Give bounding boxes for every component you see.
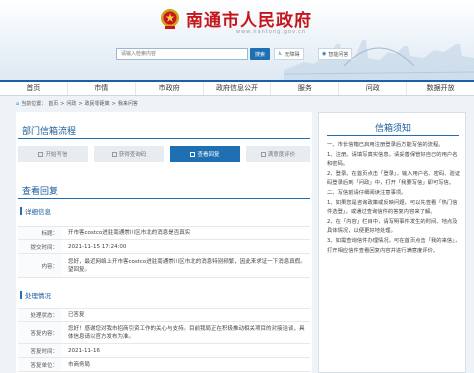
skyline-illustration xyxy=(284,40,474,80)
row-value: 开市客costco进驻南通崇川区市北的消息是否真实 xyxy=(68,230,191,236)
tag-bar xyxy=(20,291,22,299)
search-input[interactable] xyxy=(117,49,247,59)
row-value: 已答复 xyxy=(68,312,85,318)
nav-city-info[interactable]: 市情 xyxy=(68,82,136,95)
smart-qa-button[interactable]: ◉ 智能问答 xyxy=(318,48,353,60)
row-key: 提交时间： xyxy=(18,240,62,253)
breadcrumb-sep: > xyxy=(78,100,83,107)
step-write-letter[interactable]: 开始写信 xyxy=(18,146,88,162)
section-divider xyxy=(18,198,310,199)
code-icon xyxy=(111,151,117,157)
process-row-unit: 答复单位： 市商务局 xyxy=(18,358,310,372)
main-nav: 首页 市情 市政府 政府信息公开 服务 问政 数据开放 xyxy=(0,80,474,96)
accessibility-icon: ♿ xyxy=(278,51,283,57)
detail-row-time: 提交时间： 2021-11-15 17:24:00 xyxy=(18,240,310,254)
row-value: 您好，最近网络上开市客costco进驻南通崇川区市北的消息特别频繁，因此来求证一… xyxy=(68,258,306,273)
notice-text: 一、市长信箱已启用注册登录后方能写信的流程。 1、注册。请填写真实信息，请妥善保… xyxy=(327,141,461,256)
accessibility-label: 无障碍 xyxy=(284,51,300,58)
reply-section-title: 查看回复 xyxy=(22,187,59,197)
step-label: 开始写信 xyxy=(45,152,68,158)
notice-paragraph: 1、注册。请填写真实信息，请妥善保管好自己的用户名和密码。 xyxy=(327,151,458,168)
breadcrumb: ⌂ 当前位置： 首页 > 问政 > 政民零距离 > 我来问答 xyxy=(16,100,138,108)
nav-government[interactable]: 市政府 xyxy=(136,82,204,95)
breadcrumb-home[interactable]: 首页 xyxy=(48,100,58,107)
row-value: 市商务局 xyxy=(68,361,91,368)
chat-icon: ◉ xyxy=(322,51,327,57)
accessibility-button[interactable]: ♿ 无障碍 xyxy=(274,48,304,60)
row-value: 2021-11-16 xyxy=(68,347,100,354)
search-button-label: 搜索 xyxy=(254,51,265,58)
detail-tag-label: 详细信息 xyxy=(25,208,51,216)
row-key: 答复时间： xyxy=(18,344,62,357)
notice-title-label: 信箱须知 xyxy=(374,124,411,134)
step-get-code[interactable]: 获得查询码 xyxy=(94,146,164,162)
notice-paragraph: 二、写信前请仔细阅读注意事项。 xyxy=(327,189,407,196)
detail-row-content: 内容： 您好，最近网络上开市客costco进驻南通崇川区市北的消息特别频繁，因此… xyxy=(18,254,310,278)
row-key: 内容： xyxy=(18,254,62,277)
detail-row-title: 标题： 开市客costco进驻南通崇川区市北的消息是否真实 xyxy=(18,226,310,240)
step-label: 查看回复 xyxy=(197,152,220,158)
rating-icon xyxy=(260,151,266,157)
notice-paragraph: 2、在「内容」栏目中，请写明事件发生的时间、地点及具体情况，以便更好地处理。 xyxy=(327,218,458,235)
nav-services[interactable]: 服务 xyxy=(271,82,340,95)
search-box xyxy=(116,48,248,60)
process-steps: 开始写信 获得查询码 查看回复 满意度评价 xyxy=(18,146,310,162)
step-label: 获得查询码 xyxy=(118,152,147,158)
process-tag-label: 处理情况 xyxy=(25,292,51,300)
row-value: 您好！感谢您对我市招商引资工作的关心与支持。目前我局正在积极推动相关项目的对接洽… xyxy=(68,325,305,340)
breadcrumb-zero-distance[interactable]: 政民零距离 xyxy=(85,100,110,107)
breadcrumb-sep: > xyxy=(60,100,65,107)
notice-panel: 信箱须知 一、市长信箱已启用注册登录后方能写信的流程。 1、注册。请填写真实信息… xyxy=(318,112,466,373)
reply-icon xyxy=(190,151,196,157)
section-divider xyxy=(18,138,310,139)
search-button[interactable]: 搜索 xyxy=(250,48,270,60)
location-icon: ⌂ xyxy=(16,100,20,107)
process-row-status: 处理状态： 已答复 xyxy=(18,308,310,322)
detail-tag: 详细信息 xyxy=(20,206,51,216)
step-rate[interactable]: 满意度评价 xyxy=(246,146,310,162)
notice-paragraph: 一、市长信箱已启用注册登录后方能写信的流程。 xyxy=(327,142,444,148)
site-domain: www.nantong.gov.cn xyxy=(236,29,307,35)
row-key: 处理状态： xyxy=(18,309,62,321)
nav-open-data[interactable]: 数据开放 xyxy=(407,82,474,95)
step-label: 满意度评价 xyxy=(267,152,296,158)
site-header: 南通市人民政府 www.nantong.gov.cn 搜索 ♿ 无障碍 ◉ 智能… xyxy=(0,0,474,80)
notice-paragraph: 2、登录。在首页点击「登录」，输入用户名、密码、验证码登录后到「问政」中，打开「… xyxy=(327,170,461,187)
national-emblem-icon xyxy=(161,9,179,29)
process-row-time: 答复时间： 2021-11-16 xyxy=(18,344,310,358)
row-value: 2021-11-15 17:24:00 xyxy=(68,243,127,250)
notice-paragraph: 3、如需查询信件办理情况，可在首页点击「我的来信」，打开相应信件查看回复内容并进… xyxy=(327,237,461,254)
nav-home[interactable]: 首页 xyxy=(0,82,68,95)
breadcrumb-prefix: 当前位置： xyxy=(21,101,47,107)
breadcrumb-sep: > xyxy=(111,100,116,107)
notice-divider xyxy=(327,135,459,136)
pen-icon xyxy=(38,151,44,157)
row-key: 答复内容： xyxy=(18,322,62,343)
nav-info-disclosure[interactable]: 政府信息公开 xyxy=(204,82,272,95)
tag-bar xyxy=(20,207,22,215)
process-tag: 处理情况 xyxy=(20,290,51,300)
notice-title: 信箱须知 xyxy=(319,121,467,134)
site-title: 南通市人民政府 xyxy=(186,11,312,31)
notice-paragraph: 1、如果您是咨询政策或反映问题，可以先查看「热门信件选登」，或通过查询信件的答复… xyxy=(327,199,458,216)
process-row-reply: 答复内容： 您好！感谢您对我市招商引资工作的关心与支持。目前我局正在积极推动相关… xyxy=(18,322,310,344)
row-key: 答复单位： xyxy=(18,358,62,371)
row-key: 标题： xyxy=(18,227,62,239)
process-section-title: 部门信箱流程 xyxy=(22,127,77,137)
smart-qa-label: 智能问答 xyxy=(328,51,349,58)
breadcrumb-inquiry[interactable]: 问政 xyxy=(66,100,76,107)
nav-inquiry[interactable]: 问政 xyxy=(339,82,408,95)
breadcrumb-current[interactable]: 我来问答 xyxy=(118,100,138,107)
step-view-reply[interactable]: 查看回复 xyxy=(170,146,240,162)
